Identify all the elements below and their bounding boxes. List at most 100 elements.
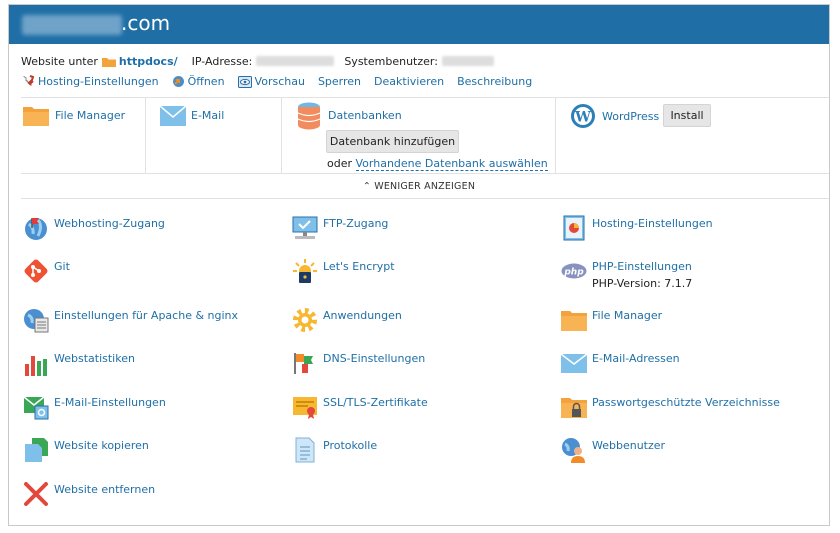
sysuser-label: Systembenutzer:	[344, 54, 438, 68]
deactivate-action[interactable]: Deaktivieren	[374, 75, 444, 88]
action-label: Öffnen	[187, 75, 225, 88]
grid-item-label: PHP-Einstellungen	[592, 260, 692, 273]
suspend-action[interactable]: Sperren	[318, 75, 361, 88]
grid-item-php-settings[interactable]: php PHP-Einstellungen PHP-Version: 7.1.7	[561, 258, 692, 290]
action-label: Vorschau	[254, 75, 305, 88]
remove-icon	[24, 482, 48, 506]
git-icon	[24, 259, 48, 283]
website-panel: .com Website unter httpdocs/ IP-Adresse:…	[8, 4, 830, 526]
gear-icon	[293, 308, 317, 332]
divider	[145, 98, 146, 173]
website-info: Website unter httpdocs/ IP-Adresse: Syst…	[21, 53, 500, 69]
grid-item-label: Einstellungen für Apache & nginx	[54, 309, 239, 322]
show-less-label: WENIGER ANZEIGEN	[374, 181, 476, 192]
email-tile[interactable]: E-Mail	[160, 106, 224, 126]
grid-item-label: Website entfernen	[54, 483, 156, 496]
grid-item-logs[interactable]: Protokolle	[292, 437, 377, 463]
lets-encrypt-icon	[293, 259, 317, 283]
httpdocs-link[interactable]: httpdocs/	[119, 55, 178, 68]
grid-item-remove-website[interactable]: Website entfernen	[23, 481, 155, 507]
grid-item-web-users[interactable]: Webbenutzer	[561, 437, 665, 463]
grid-item-git[interactable]: Git	[23, 258, 70, 284]
or-label: oder	[327, 157, 353, 170]
domain-title: .com	[121, 11, 171, 35]
divider	[555, 98, 556, 173]
php-icon: php	[561, 263, 587, 279]
grid-item-label: E-Mail-Einstellungen	[54, 396, 166, 409]
globe-arrow-icon	[172, 76, 184, 87]
folder-icon	[23, 107, 49, 126]
domain-name-redacted	[22, 15, 122, 35]
grid-item-label: Webhosting-Zugang	[54, 217, 165, 230]
grid-item-mail-settings[interactable]: E-Mail-Einstellungen	[23, 394, 166, 420]
grid-item-label: File Manager	[592, 309, 663, 322]
grid-item-protected-directories[interactable]: Passwortgeschützte Verzeichnisse	[561, 394, 780, 420]
php-version: PHP-Version: 7.1.7	[592, 277, 693, 290]
email-link: E-Mail	[191, 109, 225, 122]
grid-item-label: Webbenutzer	[592, 439, 666, 452]
grid-item-file-manager[interactable]: File Manager	[561, 307, 662, 333]
file-manager-tile[interactable]: File Manager	[23, 104, 125, 126]
wordpress-tile[interactable]: W WordPress	[570, 103, 659, 129]
envelope-icon	[561, 353, 587, 373]
grid-item-ssl-certificates[interactable]: SSL/TLS-Zertifikate	[292, 394, 428, 420]
databases-tile[interactable]: Datenbanken	[297, 102, 402, 130]
grid-item-email-addresses[interactable]: E-Mail-Adressen	[561, 350, 680, 376]
bar-chart-icon	[25, 356, 47, 376]
open-action[interactable]: Öffnen	[172, 75, 225, 88]
select-database-line: oder Vorhandene Datenbank auswählen	[327, 157, 548, 171]
ip-value-redacted	[256, 56, 335, 66]
grid-item-label: DNS-Einstellungen	[323, 352, 426, 365]
file-manager-link: File Manager	[55, 109, 126, 122]
grid-item-webstats[interactable]: Webstatistiken	[23, 350, 135, 376]
select-existing-database-link[interactable]: Vorhandene Datenbank auswählen	[355, 157, 548, 171]
svg-text:php: php	[563, 268, 584, 278]
domain-header: .com	[9, 5, 829, 44]
action-bar: Hosting-Einstellungen Öffnen Vorschau Sp…	[21, 75, 545, 88]
hosting-settings-icon	[563, 215, 585, 241]
action-label: Hosting-Einstellungen	[38, 75, 159, 88]
action-label: Deaktivieren	[374, 75, 445, 88]
show-less-toggle[interactable]: ⌃ WENIGER ANZEIGEN	[9, 181, 829, 192]
grid-item-copy-website[interactable]: Website kopieren	[23, 437, 149, 463]
action-label: Beschreibung	[457, 75, 533, 88]
wrench-icon	[23, 75, 35, 86]
grid-item-ftp-access[interactable]: FTP-Zugang	[292, 215, 388, 241]
divider	[281, 98, 282, 173]
preview-action[interactable]: Vorschau	[237, 75, 305, 88]
envelope-icon	[160, 106, 186, 126]
copy-icon	[25, 438, 48, 462]
grid-item-label: Webstatistiken	[54, 352, 135, 365]
grid-item-lets-encrypt[interactable]: Let's Encrypt	[292, 258, 395, 284]
globe-flag-icon	[25, 218, 47, 240]
dns-icon	[294, 353, 313, 374]
hosting-settings-action[interactable]: Hosting-Einstellungen	[21, 75, 159, 88]
divider	[21, 173, 829, 174]
web-user-icon	[562, 438, 585, 463]
grid-item-label: Git	[54, 260, 70, 273]
grid-item-label: E-Mail-Adressen	[592, 352, 680, 365]
ip-label: IP-Adresse:	[191, 54, 253, 68]
description-action[interactable]: Beschreibung	[457, 75, 532, 88]
eye-icon	[237, 75, 252, 88]
add-database-button[interactable]: Datenbank hinzufügen	[326, 130, 459, 153]
grid-item-label: Passwortgeschützte Verzeichnisse	[592, 396, 780, 409]
grid-item-webhosting-access[interactable]: Webhosting-Zugang	[23, 215, 165, 241]
logs-icon	[295, 437, 315, 463]
action-label: Sperren	[317, 75, 362, 88]
apache-nginx-icon	[24, 309, 49, 333]
install-button[interactable]: Install	[663, 104, 711, 127]
database-icon	[297, 102, 321, 130]
website-label: Website unter	[21, 54, 98, 68]
folder-icon	[101, 57, 116, 67]
grid-item-hosting-settings[interactable]: Hosting-Einstellungen	[561, 215, 713, 241]
grid-item-dns-settings[interactable]: DNS-Einstellungen	[292, 350, 425, 376]
grid-item-label: SSL/TLS-Zertifikate	[323, 396, 428, 409]
divider	[21, 97, 829, 98]
sysuser-value-redacted	[441, 56, 494, 66]
wordpress-link: WordPress	[602, 110, 660, 123]
wordpress-icon: W	[571, 104, 595, 128]
grid-item-apache-nginx[interactable]: Einstellungen für Apache & nginx	[23, 307, 238, 333]
grid-item-applications[interactable]: Anwendungen	[292, 307, 402, 333]
divider	[21, 198, 829, 199]
